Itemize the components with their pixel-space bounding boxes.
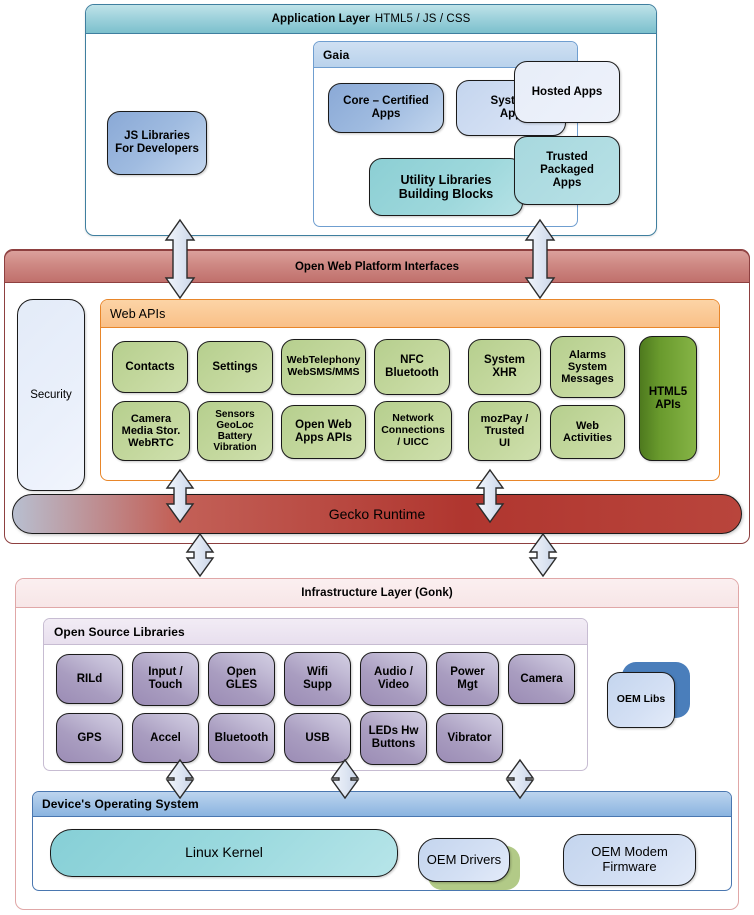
node-oem-libs-label: OEM Libs — [616, 693, 666, 706]
node-core-certified-apps[interactable]: Core – Certified Apps — [328, 83, 444, 133]
node-settings[interactable]: Settings — [197, 341, 273, 393]
node-camera-lib[interactable]: Camera — [508, 654, 575, 704]
open-source-libraries-header: Open Source Libraries — [44, 619, 587, 645]
node-accel[interactable]: Accel — [132, 713, 199, 763]
node-audio-video[interactable]: Audio / Video — [360, 652, 427, 706]
open-web-platform-title: Open Web Platform Interfaces — [294, 260, 460, 273]
gecko-runtime-label: Gecko Runtime — [328, 506, 426, 522]
node-oem-drivers[interactable]: OEM Drivers — [418, 838, 510, 882]
node-usb[interactable]: USB — [284, 713, 351, 763]
web-apis-header: Web APIs — [101, 300, 719, 328]
node-webtelephony[interactable]: WebTelephony WebSMS/MMS — [281, 339, 366, 395]
node-security[interactable]: Security — [17, 299, 85, 491]
application-layer-panel: Application Layer HTML5 / JS / CSS JS Li… — [85, 4, 657, 236]
node-oem-modem-firmware[interactable]: OEM Modem Firmware — [563, 834, 696, 886]
node-contacts[interactable]: Contacts — [112, 341, 188, 393]
node-gps[interactable]: GPS — [56, 713, 123, 763]
node-js-libraries-line1: JS Libraries — [124, 130, 190, 143]
node-utility-libraries-line1: Utility Libraries — [400, 173, 492, 187]
diagram-canvas: Application Layer HTML5 / JS / CSS JS Li… — [0, 0, 754, 915]
node-html5-apis[interactable]: HTML5 APIs — [639, 336, 697, 461]
application-layer-header: Application Layer HTML5 / JS / CSS — [86, 5, 656, 34]
node-security-label: Security — [30, 389, 72, 401]
web-apis-label: Web APIs — [110, 306, 166, 321]
node-trusted-packaged-apps[interactable]: Trusted Packaged Apps — [514, 136, 620, 205]
infrastructure-layer-header: Infrastructure Layer (Gonk) — [16, 579, 738, 608]
node-vibrator[interactable]: Vibrator — [436, 713, 503, 763]
application-layer-subtitle: HTML5 / JS / CSS — [374, 13, 471, 25]
node-utility-libraries[interactable]: Utility Libraries Building Blocks — [369, 158, 523, 216]
device-os-label: Device's Operating System — [42, 797, 199, 811]
node-oem-libs[interactable]: OEM Libs — [607, 672, 675, 728]
node-sensors[interactable]: Sensors GeoLoc Battery Vibration — [197, 401, 273, 461]
node-hosted-apps[interactable]: Hosted Apps — [514, 61, 620, 123]
node-power-mgt[interactable]: Power Mgt — [436, 652, 499, 706]
node-nfc-bluetooth[interactable]: NFC Bluetooth — [374, 339, 450, 395]
node-utility-libraries-line2: Building Blocks — [398, 187, 494, 201]
node-input-touch[interactable]: Input / Touch — [132, 652, 199, 706]
device-os-header: Device's Operating System — [33, 792, 731, 817]
node-core-certified-apps-line2: Apps — [371, 108, 401, 120]
web-apis-panel: Web APIs Contacts Settings WebTelephony … — [100, 299, 720, 481]
node-wifi-supp[interactable]: Wifi Supp — [284, 652, 351, 706]
node-gecko-runtime[interactable]: Gecko Runtime — [12, 494, 742, 534]
open-web-platform-header: Open Web Platform Interfaces — [4, 250, 750, 283]
node-bluetooth-lib[interactable]: Bluetooth — [208, 713, 275, 763]
node-js-libraries[interactable]: JS Libraries For Developers — [107, 111, 207, 175]
node-open-web-apps-apis[interactable]: Open Web Apps APIs — [281, 405, 366, 459]
open-source-libraries-label: Open Source Libraries — [54, 624, 185, 639]
node-rild[interactable]: RILd — [56, 654, 123, 704]
node-leds-hw-buttons[interactable]: LEDs Hw Buttons — [360, 711, 427, 765]
gaia-label: Gaia — [323, 47, 350, 62]
node-mozpay-trusted-ui[interactable]: mozPay / Trusted UI — [468, 401, 541, 461]
node-open-gles[interactable]: Open GLES — [208, 652, 275, 706]
node-web-activities[interactable]: Web Activities — [550, 405, 625, 459]
open-source-libraries-panel: Open Source Libraries RILd Input / Touch… — [43, 618, 588, 771]
node-network-connections-uicc[interactable]: Network Connections / UICC — [374, 401, 452, 461]
node-linux-kernel[interactable]: Linux Kernel — [50, 829, 398, 877]
node-camera-media-webrtc[interactable]: Camera Media Stor. WebRTC — [112, 401, 190, 461]
node-trusted-packaged-apps-line3: Apps — [552, 176, 582, 189]
node-system-xhr[interactable]: System XHR — [468, 339, 541, 395]
node-trusted-packaged-apps-line2: Packaged — [540, 164, 594, 177]
infrastructure-layer-title: Infrastructure Layer (Gonk) — [301, 587, 453, 599]
node-trusted-packaged-apps-line1: Trusted — [546, 151, 588, 164]
node-core-certified-apps-line1: Core – Certified — [343, 95, 429, 108]
node-alarms-system-messages[interactable]: Alarms System Messages — [550, 336, 625, 398]
application-layer-title: Application Layer — [271, 13, 370, 25]
node-js-libraries-line2: For Developers — [115, 143, 199, 155]
node-hosted-apps-line1: Hosted Apps — [531, 85, 603, 98]
